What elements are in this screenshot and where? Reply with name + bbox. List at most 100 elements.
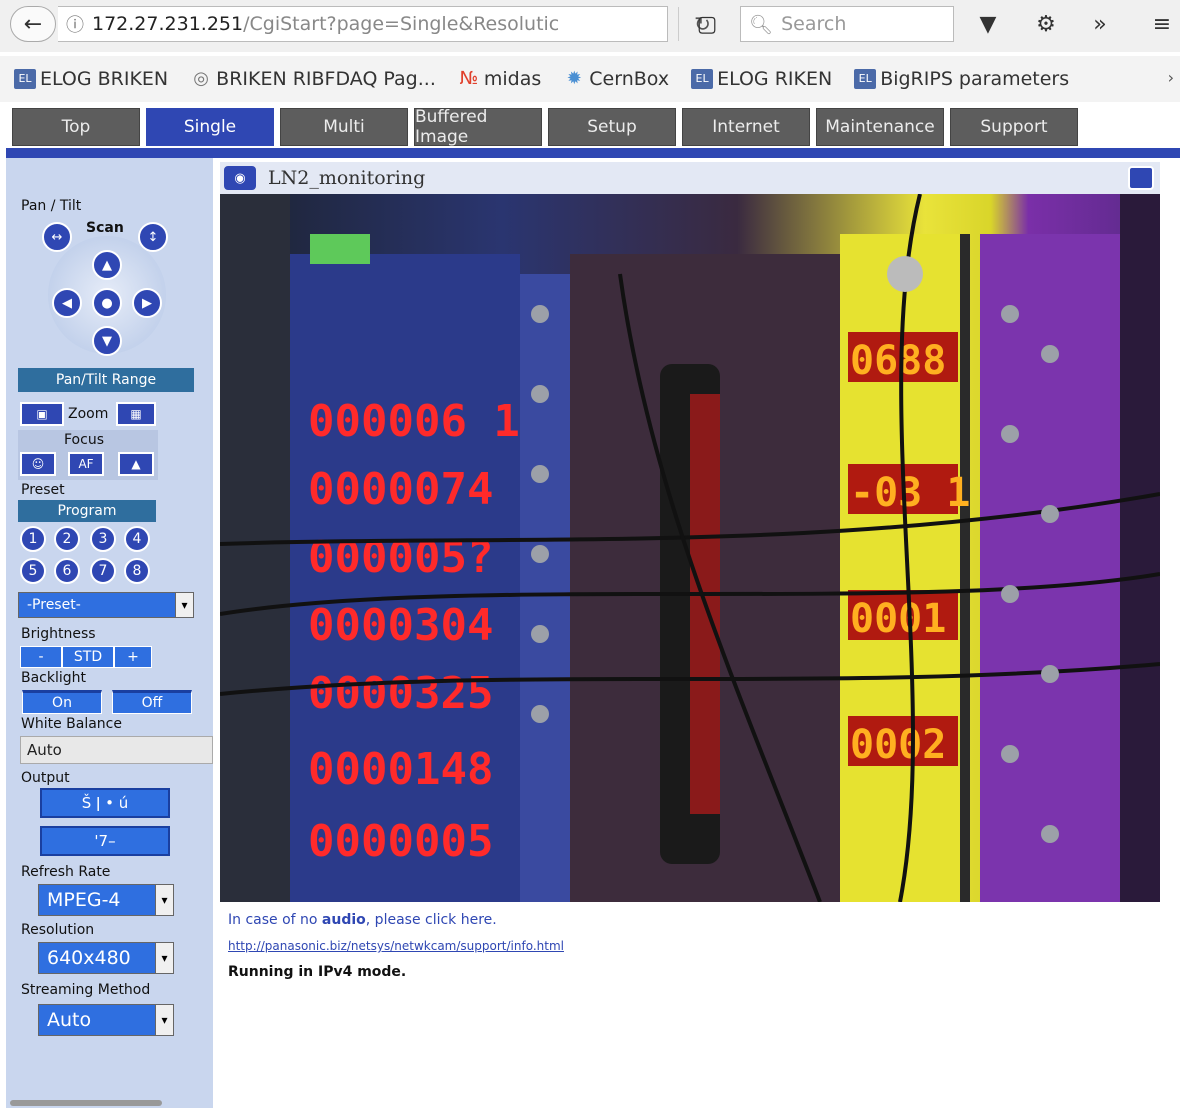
output-button-1[interactable]: Š ǀ • ú	[40, 788, 170, 818]
preset-2-button[interactable]: 2	[54, 526, 80, 552]
bookmark-label: ELOG BRIKEN	[40, 68, 169, 90]
tabs-icon[interactable]: ▢	[692, 6, 722, 42]
backlight-on-button[interactable]: On	[22, 690, 102, 714]
bookmark-briken-ribfdaq[interactable]: ◎ BRIKEN RIBFDAQ Pag...	[190, 68, 436, 90]
preset-number: 2	[62, 531, 72, 547]
preset-8-button[interactable]: 8	[124, 558, 150, 584]
brightness-minus-button[interactable]: -	[20, 646, 62, 668]
camera-video[interactable]: 000006 1 0000074 000005? 0000304 0000325…	[220, 194, 1160, 902]
tab-single[interactable]: Single	[146, 108, 274, 146]
tab-multi[interactable]: Multi	[280, 108, 408, 146]
tab-label: Multi	[323, 117, 365, 137]
bookmark-elog-riken[interactable]: EL ELOG RIKEN	[691, 68, 832, 90]
output-label: Output	[21, 770, 70, 786]
scan-label: Scan	[86, 220, 124, 236]
output-button-1-label: Š ǀ • ú	[81, 794, 129, 812]
scan-horizontal-icon[interactable]: ↔	[42, 222, 72, 252]
chevron-down-icon: ▾	[155, 1005, 173, 1035]
program-button[interactable]: Program	[18, 500, 156, 522]
support-link[interactable]: http://panasonic.biz/netsys/netwkcam/sup…	[228, 939, 564, 953]
info-icon[interactable]: ⓘ	[58, 11, 92, 37]
pocket-icon[interactable]: ▼	[972, 6, 1004, 42]
preset-4-button[interactable]: 4	[124, 526, 150, 552]
focus-far-icon[interactable]: ▲	[118, 452, 154, 476]
tilt-down-icon[interactable]: ▼	[92, 326, 122, 356]
led-readout: -03 1	[850, 470, 970, 516]
bookmark-bigrips[interactable]: EL BigRIPS parameters	[854, 68, 1069, 90]
cernbox-icon: ✹	[566, 68, 582, 89]
menu-icon[interactable]: ≡	[1148, 6, 1176, 42]
preset-7-button[interactable]: 7	[90, 558, 116, 584]
focus-auto-button[interactable]: AF	[68, 452, 104, 476]
preset-3-button[interactable]: 3	[90, 526, 116, 552]
backlight-off-button[interactable]: Off	[112, 690, 192, 714]
url-path: /CgiStart?page=Single&Resolutic	[243, 13, 560, 35]
browser-window: ← ⓘ 172.27.231.251/CgiStart?page=Single&…	[0, 0, 1180, 1108]
search-input[interactable]: 🔍︎ Search	[740, 6, 954, 42]
led-readout: 0000304	[308, 600, 493, 651]
back-button[interactable]: ←	[10, 6, 56, 42]
zoom-wide-icon[interactable]: ▣	[20, 402, 64, 426]
preset-number: 5	[28, 563, 38, 579]
horizontal-scrollbar[interactable]	[10, 1100, 162, 1106]
chevron-right-icon[interactable]: ›	[1168, 68, 1174, 87]
tab-support[interactable]: Support	[950, 108, 1078, 146]
brightness-plus-button[interactable]: +	[114, 646, 152, 668]
bookmark-label: BigRIPS parameters	[880, 68, 1070, 90]
pan-tilt-label: Pan / Tilt	[21, 198, 82, 214]
search-icon: 🔍︎	[749, 13, 774, 36]
focus-label: Focus	[64, 432, 104, 448]
preset-number: 1	[28, 531, 38, 547]
bookmarks-bar: EL ELOG BRIKEN ◎ BRIKEN RIBFDAQ Pag... № mi…	[0, 56, 1180, 102]
tab-maintenance[interactable]: Maintenance	[816, 108, 944, 146]
preset-select[interactable]: -Preset- ▾	[18, 592, 194, 618]
preset-1-button[interactable]: 1	[20, 526, 46, 552]
tilt-up-icon[interactable]: ▲	[92, 250, 122, 280]
tab-bar: Top Single Multi Buffered Image Setup In…	[6, 102, 1180, 148]
knob	[887, 256, 923, 292]
tab-setup[interactable]: Setup	[548, 108, 676, 146]
resolution-value: 640x480	[47, 947, 131, 969]
led-readout: 0000074	[308, 464, 493, 515]
camera-icon[interactable]: ◉	[224, 166, 256, 190]
zoom-tele-icon[interactable]: ▦	[116, 402, 156, 426]
led-readout: 0000325	[308, 668, 493, 719]
bookmark-midas[interactable]: № midas	[458, 68, 542, 90]
url-text[interactable]: 172.27.231.251/CgiStart?page=Single&Reso…	[92, 13, 559, 35]
streaming-method-select[interactable]: Auto ▾	[38, 1004, 174, 1036]
brightness-label: Brightness	[21, 626, 96, 642]
overflow-icon[interactable]: »	[1086, 6, 1114, 42]
bookmark-elog-briken[interactable]: EL ELOG BRIKEN	[14, 68, 168, 90]
pan-right-icon[interactable]: ▶	[132, 288, 162, 318]
tab-internet[interactable]: Internet	[682, 108, 810, 146]
backlight-off-label: Off	[141, 695, 163, 711]
pantilt-range-button[interactable]: Pan/Tilt Range	[18, 368, 194, 392]
bookmark-cernbox[interactable]: ✹ CernBox	[563, 68, 669, 90]
gear-icon[interactable]: ⚙	[1030, 6, 1062, 42]
fullscreen-icon[interactable]	[1128, 166, 1154, 190]
led-readout: 0000005	[308, 816, 493, 867]
preset-6-button[interactable]: 6	[54, 558, 80, 584]
chevron-down-icon: ▾	[155, 885, 173, 915]
white-balance-select[interactable]: Auto	[20, 736, 213, 764]
url-bar[interactable]: ⓘ 172.27.231.251/CgiStart?page=Single&Re…	[58, 6, 711, 42]
preset-number: 4	[132, 531, 142, 547]
audio-link[interactable]: audio	[322, 912, 366, 928]
led-readout: 0002	[850, 722, 946, 768]
led-readout: 0688	[850, 338, 946, 384]
led-readout: 0000148	[308, 744, 493, 795]
focus-near-icon[interactable]: ☺	[20, 452, 56, 476]
preset-5-button[interactable]: 5	[20, 558, 46, 584]
streaming-method-value: Auto	[47, 1009, 92, 1031]
output-button-2[interactable]: '7–	[40, 826, 170, 856]
resolution-select[interactable]: 640x480 ▾	[38, 942, 174, 974]
home-position-icon[interactable]: ●	[92, 288, 122, 318]
tab-buffered-image[interactable]: Buffered Image	[414, 107, 542, 147]
brightness-std-button[interactable]: STD	[62, 646, 114, 668]
refresh-rate-select[interactable]: MPEG-4 ▾	[38, 884, 174, 916]
pan-left-icon[interactable]: ◀	[52, 288, 82, 318]
camera-header: ◉ LN2_monitoring	[220, 162, 1160, 194]
audio-suffix[interactable]: , please click here.	[366, 912, 497, 928]
camera-page: Top Single Multi Buffered Image Setup In…	[6, 102, 1180, 1108]
tab-top[interactable]: Top	[12, 108, 140, 146]
